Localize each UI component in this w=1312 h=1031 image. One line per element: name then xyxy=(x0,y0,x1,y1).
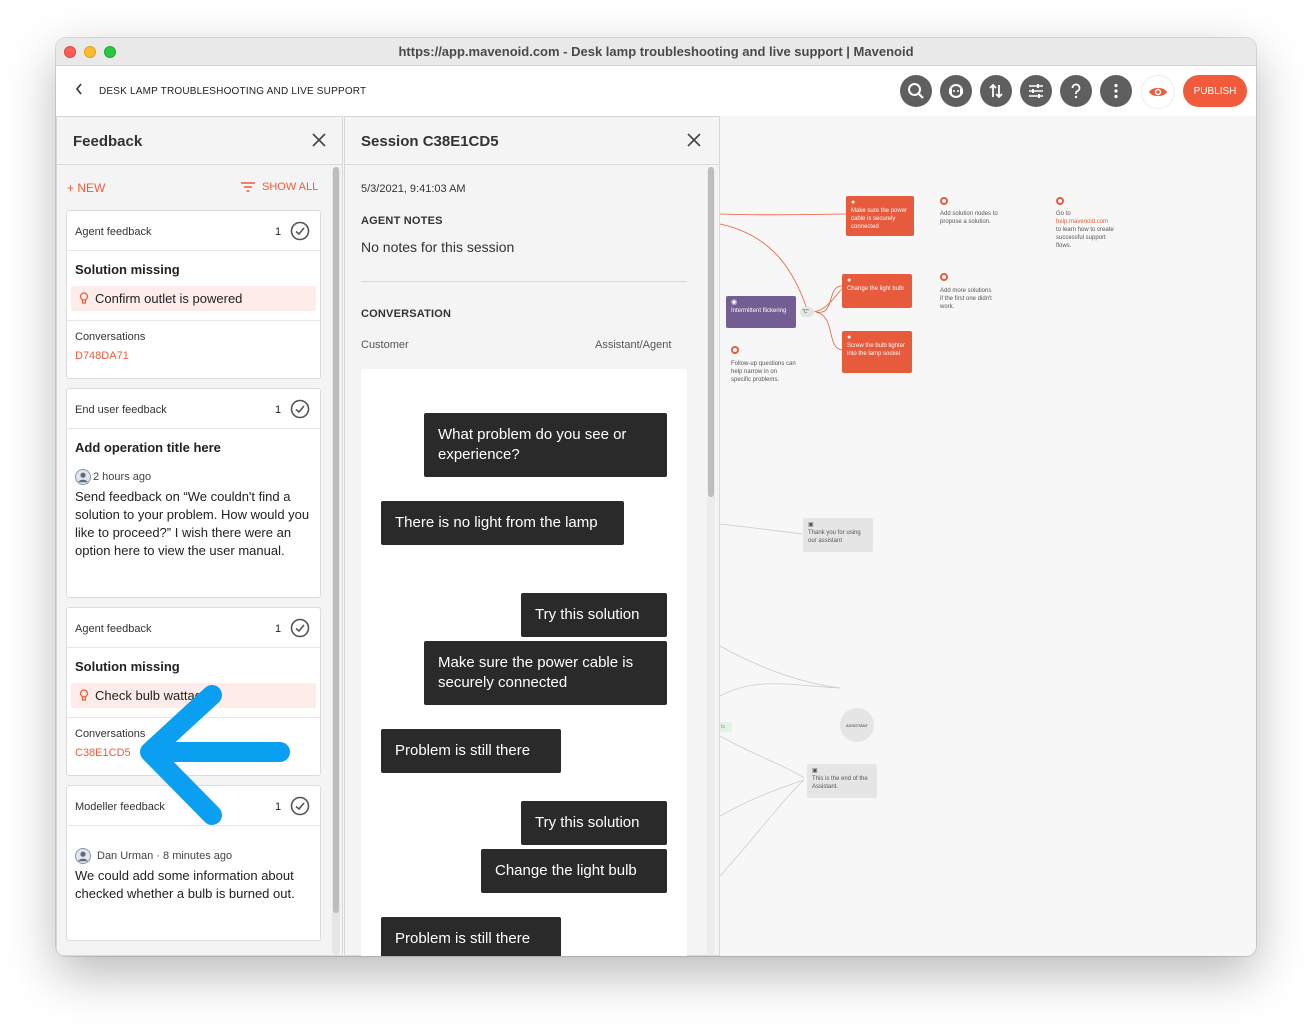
annotation-arrow xyxy=(140,685,290,825)
